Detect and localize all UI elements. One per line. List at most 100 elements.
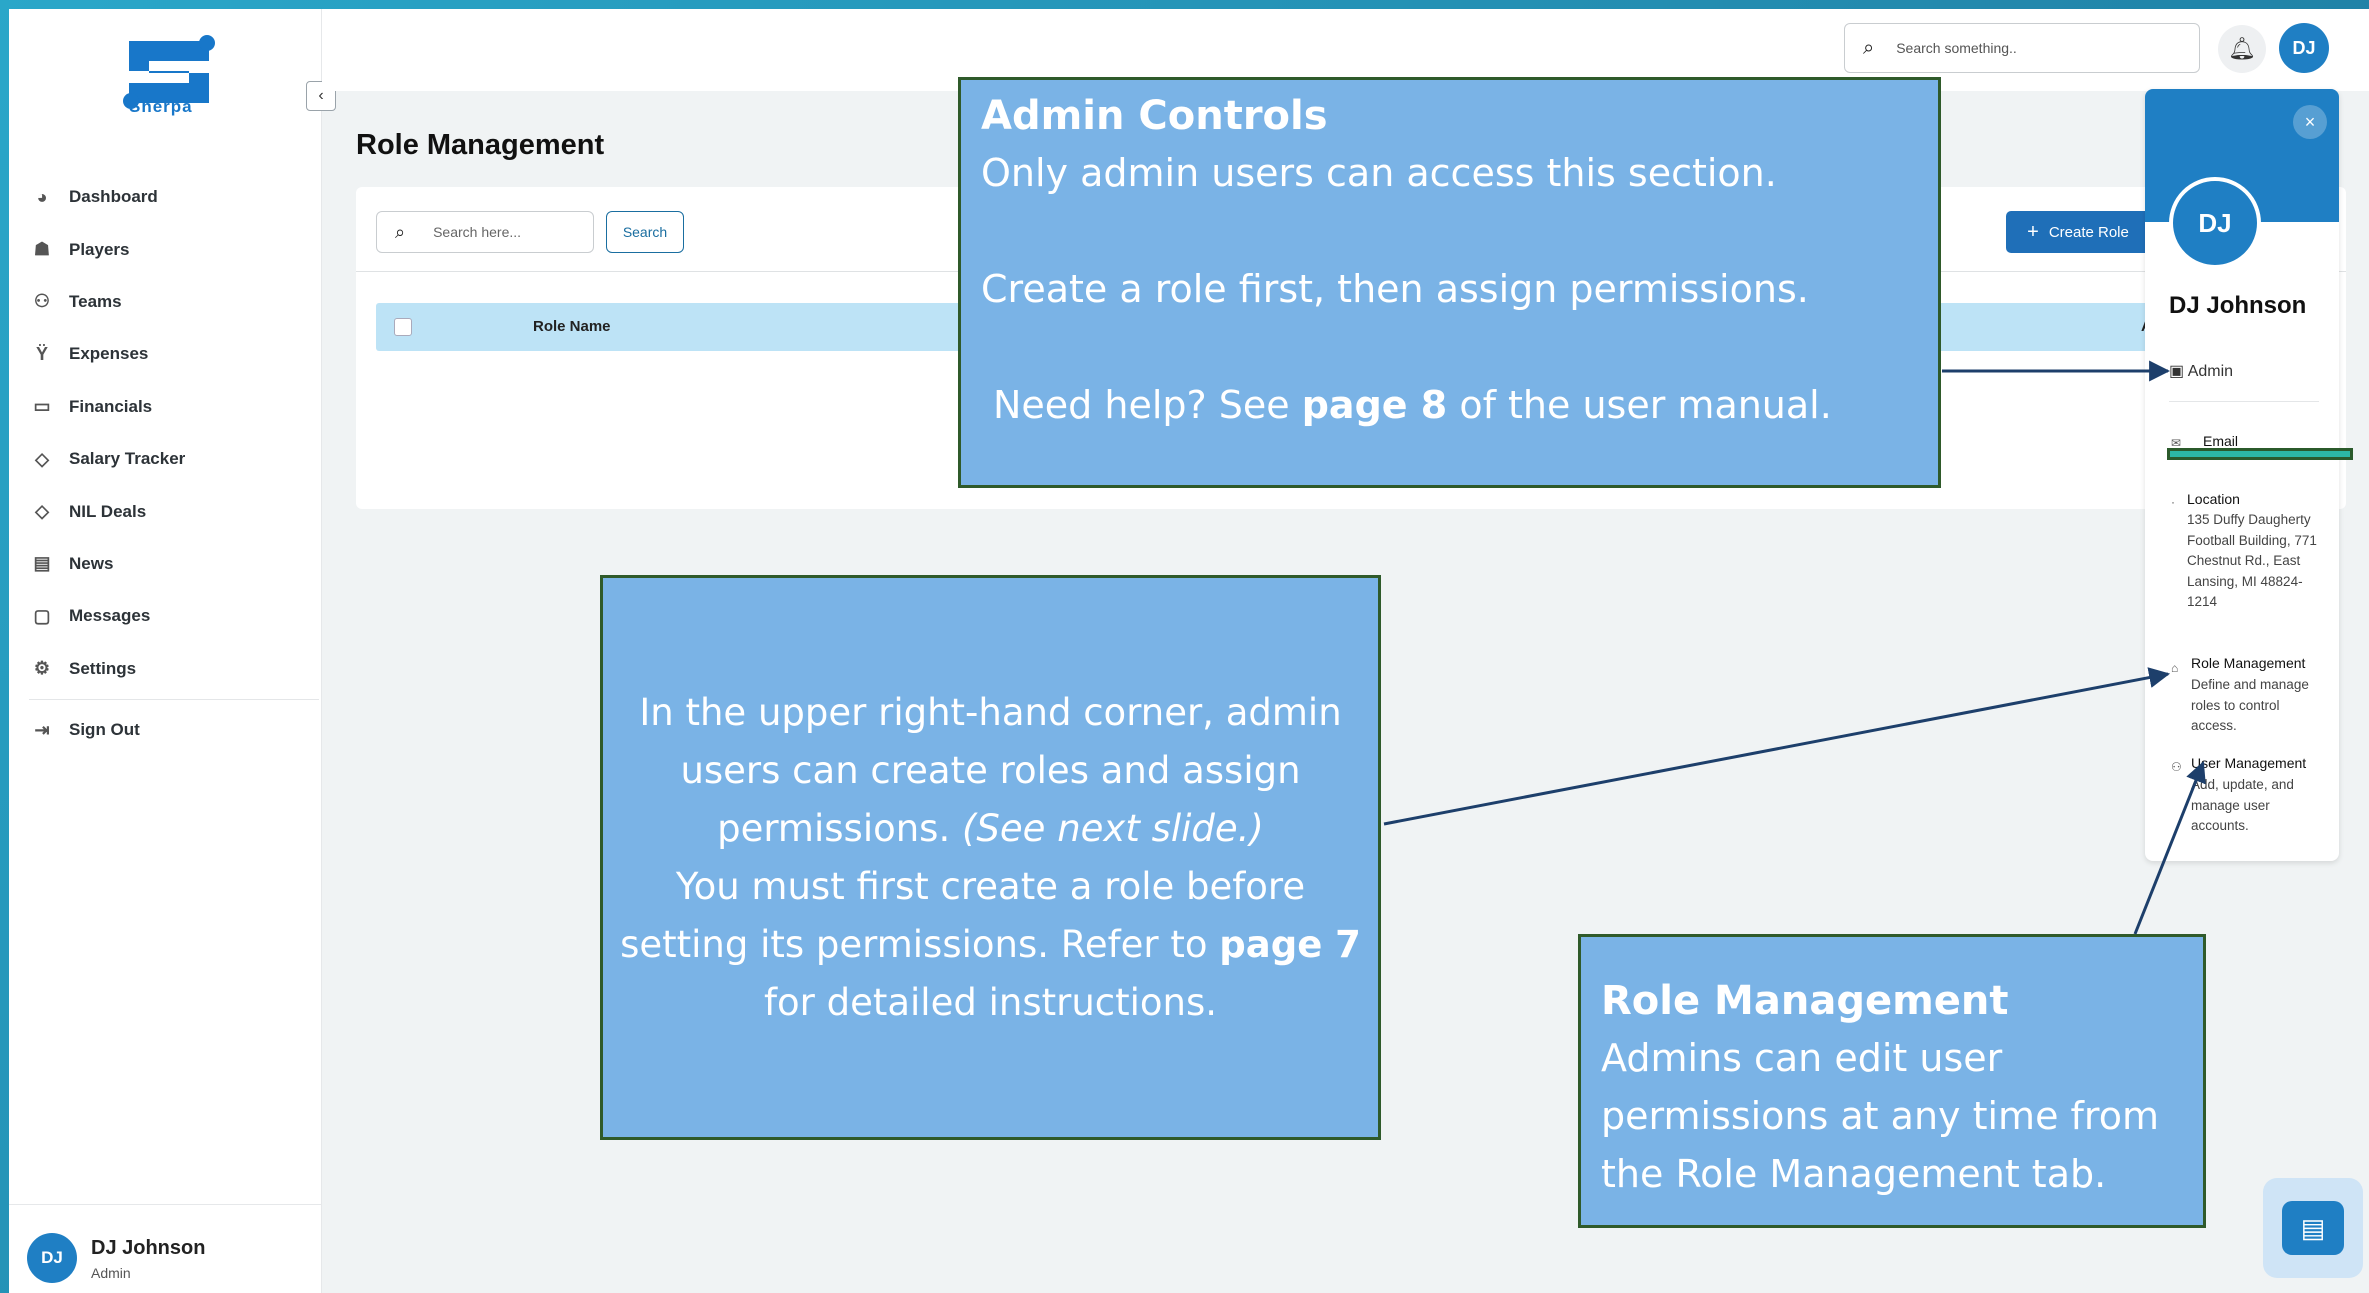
callout-line: setting its permissions. Refer to page 7: [620, 916, 1361, 974]
sidebar-item-news[interactable]: ▤ News: [29, 538, 319, 590]
callout-text: setting its permissions. Refer to: [620, 922, 1220, 966]
handshake-icon: ◇: [35, 448, 49, 469]
global-search-input[interactable]: ⌕ Search something..: [1844, 23, 2200, 73]
sidebar-item-salary-tracker[interactable]: ◇ Salary Tracker: [29, 433, 319, 485]
sidebar-nav: ◕ Dashboard ☗ Players ⚇ Teams Ÿ Expenses…: [29, 171, 319, 756]
callout-title: Admin Controls: [981, 93, 1328, 139]
callout-page-ref: page 8: [1301, 383, 1448, 427]
callout-line: Admins can edit user: [1601, 1036, 2003, 1080]
location-icon: ·: [2171, 495, 2175, 509]
create-roles-callout: In the upper right-hand corner, admin us…: [600, 575, 1381, 1140]
sidebar-item-label: Salary Tracker: [69, 449, 186, 469]
user-role: Admin: [91, 1265, 131, 1281]
teams-icon: ⚇: [33, 291, 51, 312]
bell-icon: 🔔︎: [2228, 36, 2256, 61]
sidebar-item-label: Settings: [69, 658, 137, 678]
person-icon: ⌂: [2171, 661, 2179, 675]
callout-title: Role Management: [1601, 978, 2009, 1024]
callout-text: (See: [961, 806, 1058, 850]
sidebar-item-label: Messages: [69, 606, 151, 626]
callout-line: permissions at any time from: [1601, 1094, 2159, 1138]
callout-text: Need help? See: [993, 383, 1302, 427]
role-management-link[interactable]: Role Management: [2191, 655, 2305, 671]
sidebar-item-label: Players: [69, 239, 130, 259]
page-title: Role Management: [356, 129, 605, 161]
roles-search-input[interactable]: ⌕ Search here...: [376, 211, 594, 253]
search-placeholder: Search here...: [433, 224, 522, 240]
profile-panel: × DJ DJ Johnson ▣ Admin ✉ Email · Locati…: [2145, 89, 2339, 861]
callout-line: Create a role first, then assign permiss…: [981, 267, 1809, 311]
sign-out-icon: ⇥: [34, 719, 50, 740]
column-header-role-name[interactable]: Role Name: [533, 318, 611, 335]
dashboard-icon: ◕: [36, 186, 48, 207]
callout-line: Only admin users can access this section…: [981, 151, 1777, 195]
close-icon: ×: [2304, 111, 2316, 132]
sidebar-item-label: News: [69, 553, 114, 573]
sidebar: Sherpa ‹ ◕ Dashboard ☗ Players ⚇ Teams Ÿ…: [9, 9, 336, 1293]
chat-icon: ▤: [2282, 1201, 2344, 1255]
sidebar-item-nil-deals[interactable]: ◇ NIL Deals: [29, 485, 319, 537]
profile-avatar: DJ: [2169, 177, 2261, 269]
users-icon: ⚇: [2171, 760, 2182, 774]
create-role-button[interactable]: + Create Role: [2006, 211, 2150, 253]
profile-role-text: Admin: [2187, 363, 2234, 380]
select-all-checkbox[interactable]: [394, 318, 412, 336]
search-button[interactable]: Search: [606, 211, 684, 253]
sidebar-item-label: Dashboard: [69, 187, 158, 207]
search-icon: ⌕: [1863, 36, 1875, 59]
sidebar-item-expenses[interactable]: Ÿ Expenses: [29, 328, 319, 380]
divider: [2169, 401, 2319, 402]
sidebar-item-label: Expenses: [69, 344, 149, 364]
notifications-button[interactable]: 🔔︎: [2218, 25, 2266, 73]
avatar: DJ: [27, 1233, 77, 1283]
search-placeholder: Search something..: [1896, 40, 2017, 56]
sidebar-item-label: Teams: [69, 291, 122, 311]
callout-line: permissions. (See next slide.): [717, 800, 1264, 858]
callout-line: You must first create a role before: [675, 864, 1306, 908]
callout-line: users can create roles and assign: [680, 748, 1301, 792]
sidebar-item-teams[interactable]: ⚇ Teams: [29, 276, 319, 328]
role-management-desc: Define and manage roles to control acces…: [2191, 677, 2309, 733]
callout-text: permissions.: [717, 806, 962, 850]
sidebar-item-dashboard[interactable]: ◕ Dashboard: [29, 171, 319, 223]
news-icon: ▤: [33, 553, 51, 574]
expenses-icon: Ÿ: [35, 343, 48, 364]
nav-divider: [29, 698, 319, 700]
profile-role: ▣ Admin: [2169, 361, 2233, 381]
gear-icon: ⚙: [33, 658, 51, 679]
admin-controls-callout: Admin Controls Only admin users can acce…: [958, 77, 1941, 488]
role-management-callout: Role Management Admins can edit user per…: [1578, 934, 2206, 1228]
user-management-desc: Add, update, and manage user accounts.: [2191, 777, 2294, 833]
callout-text: of the user manual.: [1447, 383, 1832, 427]
callout-line: In the upper right-hand corner, admin: [639, 690, 1342, 734]
create-role-label: Create Role: [2048, 223, 2129, 241]
sidebar-item-settings[interactable]: ⚙ Settings: [29, 643, 319, 695]
user-name: DJ Johnson: [91, 1237, 206, 1259]
callout-line: for detailed instructions.: [763, 980, 1218, 1024]
callout-spacer: [981, 202, 1918, 260]
sidebar-item-financials[interactable]: ▭ Financials: [29, 381, 319, 433]
callout-spacer: [981, 318, 1918, 376]
sign-out-button[interactable]: ⇥ Sign Out: [29, 704, 319, 756]
sidebar-item-label: Financials: [69, 396, 153, 416]
profile-avatar-button[interactable]: DJ: [2279, 23, 2329, 73]
close-profile-button[interactable]: ×: [2293, 105, 2327, 139]
chat-button[interactable]: ▤: [2263, 1178, 2363, 1278]
callout-line: the Role Management tab.: [1601, 1152, 2107, 1196]
sidebar-item-messages[interactable]: ▢ Messages: [29, 590, 319, 642]
callout-text: next slide: [1057, 806, 1238, 850]
callout-line: Need help? See page 8 of the user manual…: [981, 376, 1918, 434]
messages-icon: ▢: [33, 605, 51, 626]
callout-text: .): [1237, 806, 1264, 850]
sidebar-item-label: NIL Deals: [69, 501, 147, 521]
search-icon: ⌕: [395, 221, 406, 242]
user-management-link[interactable]: User Management: [2191, 755, 2306, 771]
email-label: Email: [2203, 433, 2239, 449]
sidebar-user-card[interactable]: DJ DJ Johnson Admin: [9, 1204, 322, 1293]
location-label: Location: [2187, 491, 2240, 507]
location-value: 135 Duffy Daugherty Football Building, 7…: [2187, 512, 2317, 609]
players-icon: ☗: [33, 239, 51, 260]
sidebar-item-players[interactable]: ☗ Players: [29, 223, 319, 275]
sign-out-label: Sign Out: [69, 720, 140, 740]
callout-page-ref: page 7: [1219, 922, 1361, 966]
